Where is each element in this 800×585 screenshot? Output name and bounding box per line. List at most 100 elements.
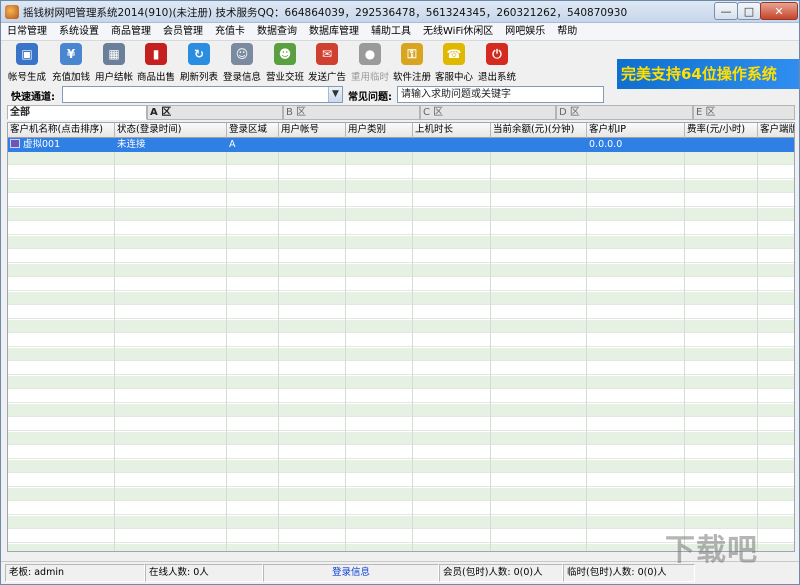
cell-version — [758, 138, 794, 152]
menu-query[interactable]: 数据查询 — [251, 23, 303, 40]
login-info-button[interactable]: ☺ 登录信息 — [221, 43, 263, 83]
client-grid: 客户机名称(点击排序) 状态(登录时间) 登录区域 用户帐号 用户类别 上机时长… — [7, 122, 795, 552]
menu-wifi[interactable]: 无线WiFi休闲区 — [417, 23, 499, 40]
empty-row — [8, 334, 794, 347]
empty-row — [8, 460, 794, 473]
refresh-icon: ↻ — [188, 43, 210, 65]
table-row[interactable]: 虚拟001 未连接 A 0.0.0.0 — [8, 138, 794, 152]
wallet-icon: ¥ — [60, 43, 82, 65]
cell-duration — [413, 138, 491, 152]
maximize-button[interactable]: □ — [737, 2, 761, 20]
app-logo-icon — [5, 5, 19, 19]
faq-label: 常见问题: — [348, 92, 392, 103]
reuse-temp-button[interactable]: ● 重用临时 — [350, 43, 390, 83]
monitor-icon: ▣ — [16, 43, 38, 65]
col-rate[interactable]: 费率(元/小时) — [685, 123, 758, 138]
menu-bar: 日常管理 系统设置 商品管理 会员管理 充值卡 数据查询 数据库管理 辅助工具 … — [1, 23, 799, 41]
generate-account-button[interactable]: ▣ 帐号生成 — [7, 43, 47, 83]
quick-row: 快速通道: ▼ 常见问题: 请输入求助问题或关键字 — [1, 86, 799, 104]
status-member: 会员(包时)人数: 0(0)人 — [439, 564, 563, 582]
cola-can-icon: ▮ — [145, 43, 167, 65]
col-status[interactable]: 状态(登录时间) — [115, 123, 227, 138]
refresh-list-button[interactable]: ↻ 刷新列表 — [179, 43, 219, 83]
tab-zone-e[interactable]: E 区 — [693, 105, 795, 120]
empty-row — [8, 320, 794, 333]
empty-row — [8, 376, 794, 389]
close-button[interactable]: ✕ — [760, 2, 798, 20]
menu-entertainment[interactable]: 网吧娱乐 — [499, 23, 551, 40]
tab-zone-d[interactable]: D 区 — [556, 105, 693, 120]
empty-row — [8, 418, 794, 431]
exit-button[interactable]: ⏻ 退出系统 — [477, 43, 517, 83]
col-version[interactable]: 客户端版本 — [758, 123, 794, 138]
empty-row — [8, 194, 794, 207]
app-window: 摇钱树网吧管理系统2014(910)(未注册) 技术服务QQ：664864039… — [0, 0, 800, 585]
key-icon: ⚿ — [401, 43, 423, 65]
faq-search-input[interactable]: 请输入求助问题或关键字 — [397, 86, 604, 103]
empty-row — [8, 152, 794, 165]
menu-help[interactable]: 帮助 — [551, 23, 583, 40]
headset-icon: ☎ — [443, 43, 465, 65]
tab-zone-a[interactable]: A 区 — [147, 105, 283, 120]
shift-handover-button[interactable]: ☻ 营业交班 — [265, 43, 305, 83]
status-online: 在线人数: 0人 — [145, 564, 263, 582]
cell-rate — [685, 138, 758, 152]
menu-settings[interactable]: 系统设置 — [53, 23, 105, 40]
reuse-icon: ● — [359, 43, 381, 65]
empty-row — [8, 180, 794, 193]
window-title: 摇钱树网吧管理系统2014(910)(未注册) 技术服务QQ：664864039… — [23, 7, 628, 19]
grid-header: 客户机名称(点击排序) 状态(登录时间) 登录区域 用户帐号 用户类别 上机时长… — [8, 123, 794, 138]
grid-divider — [114, 138, 115, 551]
col-ip[interactable]: 客户机IP — [587, 123, 685, 138]
support-center-button[interactable]: ☎ 客服中心 — [434, 43, 474, 83]
cell-status: 未连接 — [117, 139, 146, 150]
menu-tools[interactable]: 辅助工具 — [365, 23, 417, 40]
col-balance[interactable]: 当前余额(元)(分钟) — [491, 123, 587, 138]
menu-database[interactable]: 数据库管理 — [303, 23, 365, 40]
tab-all[interactable]: 全部 — [7, 105, 147, 120]
col-account[interactable]: 用户帐号 — [279, 123, 346, 138]
quick-channel-select[interactable]: ▼ — [62, 86, 343, 103]
computer-icon — [10, 139, 20, 148]
toolbar: ▣ 帐号生成 ¥ 充值加钱 ▦ 用户结帐 ▮ 商品出售 ↻ 刷新列表 ☺ 登录信… — [1, 41, 799, 89]
menu-daily[interactable]: 日常管理 — [1, 23, 53, 40]
status-login-info-link[interactable]: 登录信息 — [263, 564, 439, 582]
minimize-button[interactable]: — — [714, 2, 738, 20]
tab-zone-b[interactable]: B 区 — [283, 105, 420, 120]
col-client-name[interactable]: 客户机名称(点击排序) — [8, 123, 115, 138]
promo-banner[interactable]: 完美支持64位操作系统 — [617, 59, 799, 89]
tab-zone-c[interactable]: C 区 — [420, 105, 556, 120]
empty-row — [8, 502, 794, 515]
quick-channel-label: 快速通道: — [11, 92, 55, 103]
cell-balance — [491, 138, 587, 152]
col-category[interactable]: 用户类别 — [346, 123, 413, 138]
grid-divider — [278, 138, 279, 551]
empty-row — [8, 474, 794, 487]
recharge-button[interactable]: ¥ 充值加钱 — [51, 43, 91, 83]
empty-row — [8, 488, 794, 501]
sell-goods-button[interactable]: ▮ 商品出售 — [136, 43, 176, 83]
empty-row — [8, 348, 794, 361]
empty-row — [8, 278, 794, 291]
checkout-button[interactable]: ▦ 用户结帐 — [94, 43, 134, 83]
cell-account — [279, 138, 346, 152]
chevron-down-icon[interactable]: ▼ — [328, 87, 342, 102]
send-ad-button[interactable]: ✉ 发送广告 — [307, 43, 347, 83]
menu-members[interactable]: 会员管理 — [157, 23, 209, 40]
status-boss: 老板: admin — [5, 564, 145, 582]
empty-row — [8, 222, 794, 235]
col-duration[interactable]: 上机时长 — [413, 123, 491, 138]
users-icon: ☺ — [231, 43, 253, 65]
register-button[interactable]: ⚿ 软件注册 — [392, 43, 432, 83]
empty-row — [8, 404, 794, 417]
empty-row — [8, 208, 794, 221]
empty-row — [8, 250, 794, 263]
menu-goods[interactable]: 商品管理 — [105, 23, 157, 40]
grid-divider — [345, 138, 346, 551]
empty-row — [8, 264, 794, 277]
col-area[interactable]: 登录区域 — [227, 123, 279, 138]
grid-divider — [226, 138, 227, 551]
empty-row — [8, 446, 794, 459]
menu-cards[interactable]: 充值卡 — [209, 23, 251, 40]
cell-client-name: 虚拟001 — [8, 138, 115, 152]
